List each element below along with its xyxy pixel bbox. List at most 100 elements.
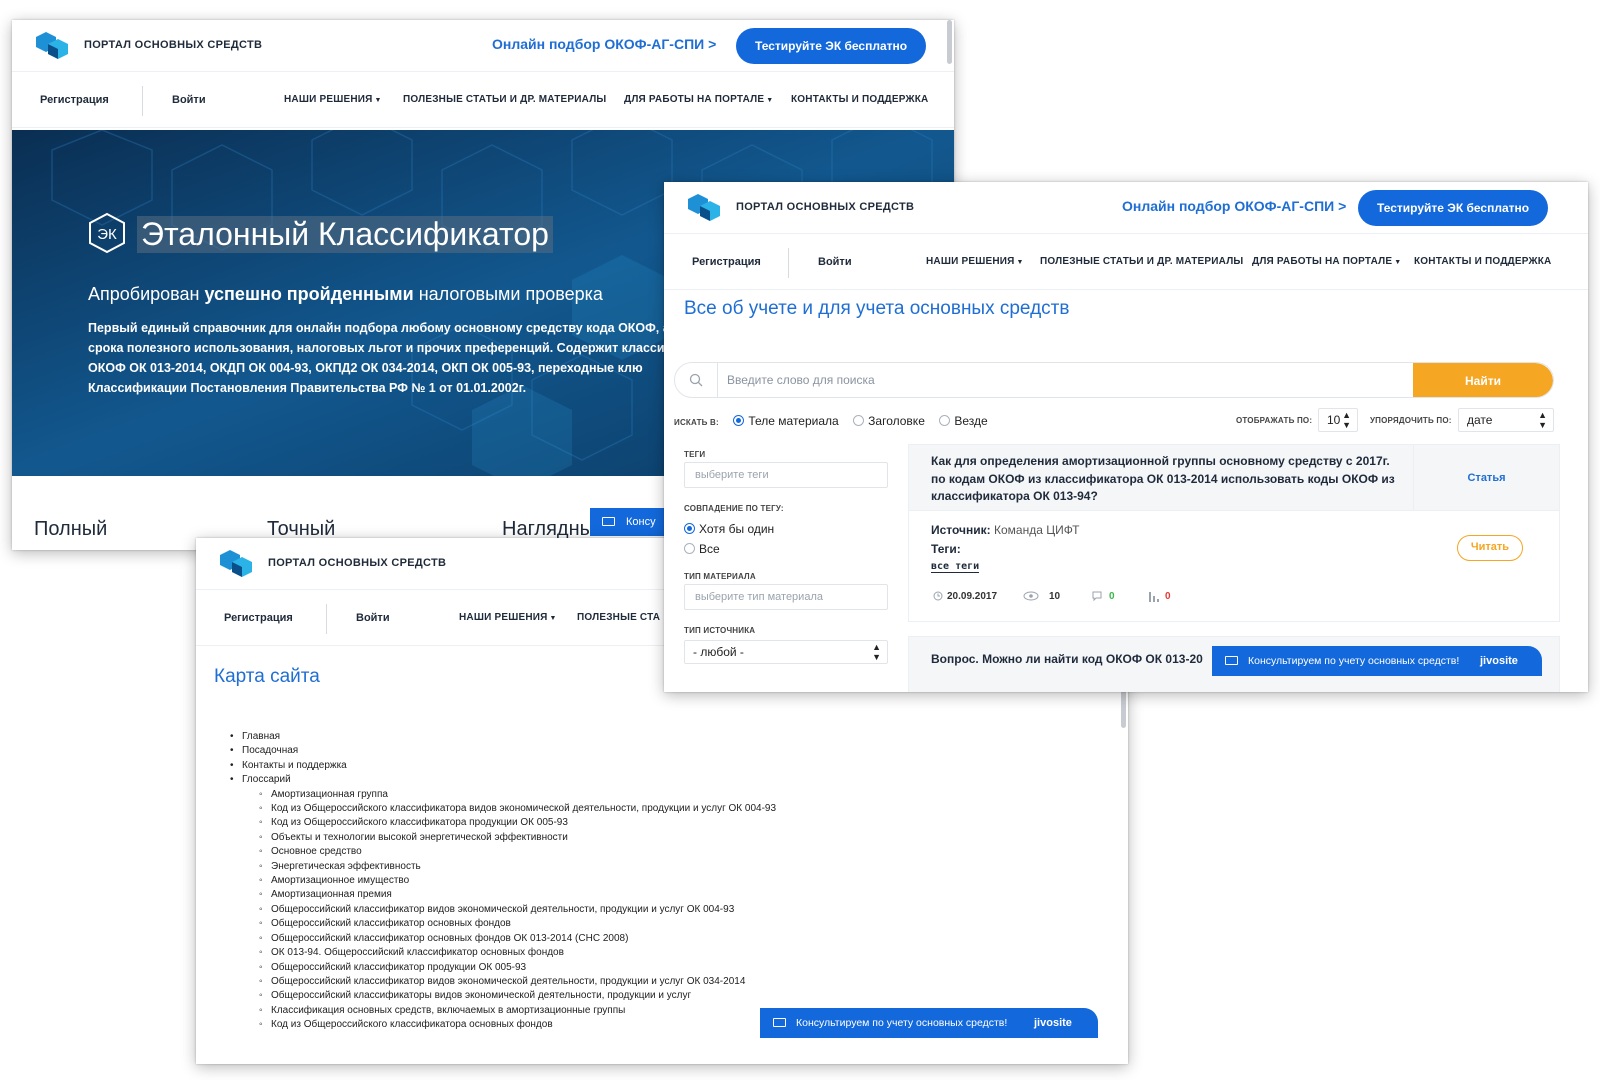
search-in-label: ИСКАТЬ В: <box>674 418 719 427</box>
comment-icon <box>1092 591 1102 602</box>
source-type-select[interactable]: - любой - ▲ ▼ <box>684 640 888 664</box>
tag-match-any[interactable]: Хотя бы один <box>684 520 784 538</box>
radio-all[interactable] <box>684 543 695 554</box>
read-button[interactable]: Читать <box>1457 535 1523 561</box>
register-link[interactable]: Регистрация <box>40 94 109 106</box>
material-type-select[interactable]: выберите тип материала <box>684 584 888 610</box>
login-link[interactable]: Войти <box>818 256 852 268</box>
glossary-link[interactable]: Общероссийский классификатор видов эконо… <box>242 903 776 918</box>
nav-divider <box>326 604 327 634</box>
try-ek-button[interactable]: Тестируйте ЭК бесплатно <box>1358 190 1549 226</box>
glossary-link[interactable]: Код из Общероссийского классификатора ос… <box>242 1018 776 1033</box>
menu-solutions[interactable]: НАШИ РЕШЕНИЯ ▼ <box>284 94 382 105</box>
portal-logo-icon[interactable] <box>36 30 70 62</box>
eye-icon <box>1023 591 1039 601</box>
jivo-message: Консультируем по учету основных средств! <box>796 1017 1008 1029</box>
sitemap-link[interactable]: Контакты и поддержка <box>230 759 776 774</box>
radio-everywhere[interactable] <box>939 415 951 426</box>
hero-description: Первый единый справочник для онлайн подб… <box>88 318 696 398</box>
glossary-link[interactable]: Код из Общероссийского классификатора пр… <box>242 816 776 831</box>
glossary-link[interactable]: ОК 013-94. Общероссийский классификатор … <box>242 946 776 961</box>
glossary-link[interactable]: Амортизационная группа <box>242 788 776 803</box>
tag-match-all[interactable]: Все <box>684 540 730 558</box>
menu-solutions[interactable]: НАШИ РЕШЕНИЯ ▼ <box>926 256 1024 267</box>
radio-any[interactable] <box>684 523 695 534</box>
radio-everywhere-label[interactable]: Везде <box>954 414 987 428</box>
menu-solutions-label: НАШИ РЕШЕНИЯ <box>459 612 548 623</box>
search-button[interactable]: Найти <box>1413 363 1553 397</box>
hero-line: ОКОФ ОК 013-2014, ОКДП ОК 004-93, ОКПД2 … <box>88 361 643 375</box>
sitemap-link[interactable]: Главная <box>230 730 776 745</box>
brand-name[interactable]: ПОРТАЛ ОСНОВНЫХ СРЕДСТВ <box>84 39 262 51</box>
glossary-link[interactable]: Общероссийский классификаторы видов экон… <box>242 989 776 1004</box>
all-tags-link[interactable]: все теги <box>931 561 980 573</box>
glossary-link[interactable]: Общероссийский классификатор основных фо… <box>242 932 776 947</box>
sort-label: УПОРЯДОЧИТЬ ПО: <box>1370 416 1452 425</box>
glossary-link[interactable]: Объекты и технологии высокой энергетичес… <box>242 831 776 846</box>
envelope-icon <box>1225 656 1238 665</box>
search-input[interactable] <box>727 363 1407 397</box>
glossary-link[interactable]: Энергетическая эффективность <box>242 860 776 875</box>
radio-body-label[interactable]: Теле материала <box>748 414 838 428</box>
sort-select[interactable]: дате ▲ ▼ <box>1458 408 1554 432</box>
hero-subtitle-post: налоговыми проверка <box>413 284 603 304</box>
display-count-select[interactable]: 10 ▲ ▼ <box>1318 408 1358 432</box>
jivo-message: Консультируем по учету основных средств! <box>1248 655 1460 667</box>
login-link[interactable]: Войти <box>172 94 206 106</box>
menu-contacts[interactable]: КОНТАКТЫ И ПОДДЕРЖКА <box>1414 256 1551 267</box>
header: ПОРТАЛ ОСНОВНЫХ СРЕДСТВ Онлайн подбор ОК… <box>12 20 954 72</box>
login-link[interactable]: Войти <box>356 612 390 624</box>
glossary-link[interactable]: Основное средство <box>242 845 776 860</box>
radio-all-label[interactable]: Все <box>699 542 720 556</box>
portal-logo-icon[interactable] <box>688 192 722 224</box>
sitemap-link[interactable]: Глоссарий <box>230 773 776 788</box>
scrollbar[interactable] <box>947 20 952 64</box>
menu-articles[interactable]: ПОЛЕЗНЫЕ СТА <box>577 612 660 623</box>
radio-title-label[interactable]: Заголовке <box>868 414 925 428</box>
menu-portal-work[interactable]: ДЛЯ РАБОТЫ НА ПОРТАЛЕ ▼ <box>624 94 773 105</box>
sitemap-link[interactable]: Посадочная <box>230 744 776 759</box>
menu-portal-work[interactable]: ДЛЯ РАБОТЫ НА ПОРТАЛЕ ▼ <box>1252 256 1401 267</box>
result-kind[interactable]: Статья <box>1413 445 1559 511</box>
radio-body[interactable] <box>733 415 745 426</box>
brand-name[interactable]: ПОРТАЛ ОСНОВНЫХ СРЕДСТВ <box>268 557 446 569</box>
glossary-link[interactable]: Общероссийский классификатор основных фо… <box>242 917 776 932</box>
result-date: 20.09.2017 <box>947 591 998 602</box>
menu-portal-work-label: ДЛЯ РАБОТЫ НА ПОРТАЛЕ <box>1252 256 1393 267</box>
glossary-link[interactable]: Код из Общероссийского классификатора ви… <box>242 802 776 817</box>
tags-label: ТЕГИ <box>684 450 706 459</box>
radio-title[interactable] <box>853 415 865 426</box>
register-link[interactable]: Регистрация <box>224 612 293 624</box>
okof-online-link[interactable]: Онлайн подбор ОКОФ-АГ-СПИ > <box>1122 198 1346 214</box>
register-link[interactable]: Регистрация <box>692 256 761 268</box>
search-in-group: ИСКАТЬ В: Теле материала Заголовке Везде <box>674 412 998 430</box>
hero-line: Классификации Постановления Правительств… <box>88 381 527 395</box>
rating-count: 0 <box>1165 591 1171 602</box>
try-ek-button[interactable]: Тестируйте ЭК бесплатно <box>736 28 927 64</box>
glossary-link[interactable]: Общероссийский классификатор видов эконо… <box>242 975 776 990</box>
result-card-header: Как для определения амортизационной груп… <box>909 445 1559 511</box>
nav-divider <box>788 248 789 278</box>
jivo-chat-widget[interactable]: Консультируем по учету основных средств!… <box>760 1008 1098 1038</box>
tags-select[interactable]: выберите теги <box>684 462 888 488</box>
glossary-link[interactable]: Общероссийский классификатор продукции О… <box>242 961 776 976</box>
brand-name[interactable]: ПОРТАЛ ОСНОВНЫХ СРЕДСТВ <box>736 201 914 213</box>
chevron-down-icon: ▼ <box>766 97 774 104</box>
menu-articles[interactable]: ПОЛЕЗНЫЕ СТАТЬИ И ДР. МАТЕРИАЛЫ <box>403 94 606 105</box>
result-title[interactable]: Как для определения амортизационной груп… <box>931 453 1401 506</box>
scrollbar[interactable] <box>1121 688 1126 728</box>
menu-solutions[interactable]: НАШИ РЕШЕНИЯ ▼ <box>459 612 557 623</box>
glossary-link[interactable]: Классификация основных средств, включаем… <box>242 1004 776 1019</box>
portal-logo-icon[interactable] <box>220 548 254 580</box>
glossary-link[interactable]: Амортизационное имущество <box>242 874 776 889</box>
jivo-chat-widget[interactable]: Консультируем по учету основных средств!… <box>1212 646 1542 676</box>
glossary-link[interactable]: Амортизационная премия <box>242 888 776 903</box>
okof-online-link[interactable]: Онлайн подбор ОКОФ-АГ-СПИ > <box>492 36 716 52</box>
envelope-icon <box>773 1018 786 1027</box>
chevron-down-icon: ▼ <box>1016 259 1024 266</box>
rating-bars-icon <box>1149 592 1159 602</box>
menu-contacts[interactable]: КОНТАКТЫ И ПОДДЕРЖКА <box>791 94 928 105</box>
radio-any-label[interactable]: Хотя бы один <box>699 522 774 536</box>
hero-line: Первый единый справочник для онлайн подб… <box>88 321 695 335</box>
menu-articles[interactable]: ПОЛЕЗНЫЕ СТАТЬИ И ДР. МАТЕРИАЛЫ <box>1040 256 1243 267</box>
